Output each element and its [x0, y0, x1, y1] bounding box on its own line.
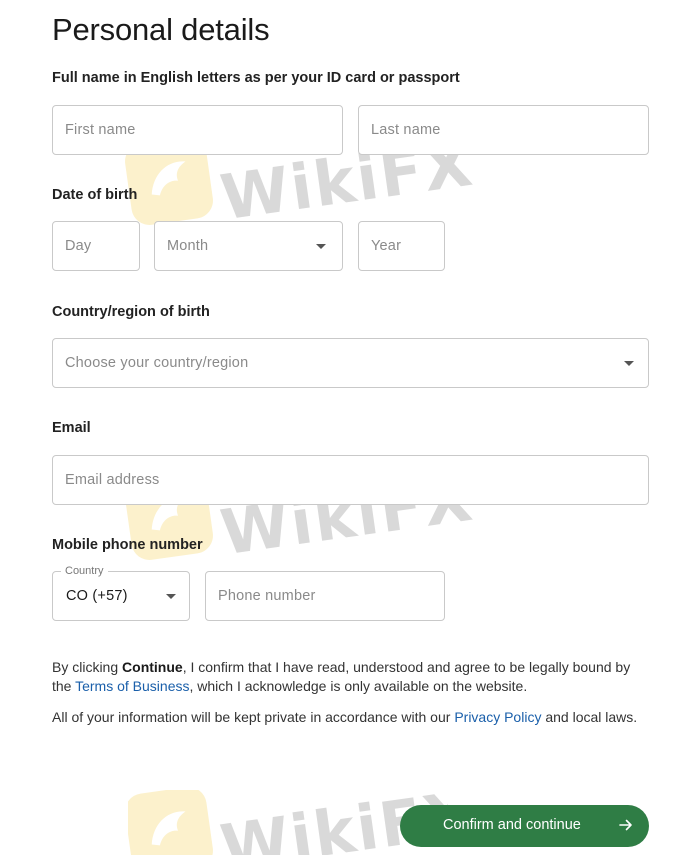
- privacy-prefix: All of your information will be kept pri…: [52, 709, 455, 725]
- country-of-birth-label: Country/region of birth: [52, 304, 210, 320]
- email-label: Email: [52, 420, 91, 436]
- mobile-phone-label: Mobile phone number: [52, 537, 203, 553]
- consent-text: By clicking Continue, I confirm that I h…: [52, 658, 652, 696]
- watermark-logo-icon: [128, 790, 216, 855]
- phone-number-field[interactable]: Phone number: [205, 571, 445, 621]
- confirm-and-continue-button[interactable]: Confirm and continue: [400, 805, 649, 847]
- first-name-placeholder: First name: [65, 122, 136, 138]
- full-name-label: Full name in English letters as per your…: [52, 70, 460, 86]
- phone-country-value: CO (+57): [66, 588, 128, 604]
- month-select[interactable]: Month: [154, 221, 343, 271]
- email-field[interactable]: Email address: [52, 455, 649, 505]
- chevron-down-icon: [316, 244, 326, 249]
- phone-country-select[interactable]: Country CO (+57): [52, 565, 190, 621]
- day-field[interactable]: Day: [52, 221, 140, 271]
- chevron-down-icon: [624, 361, 634, 366]
- page-title: Personal details: [52, 12, 270, 47]
- country-of-birth-placeholder: Choose your country/region: [65, 355, 249, 371]
- privacy-text: All of your information will be kept pri…: [52, 708, 652, 727]
- first-name-field[interactable]: First name: [52, 105, 343, 155]
- consent-prefix: By clicking: [52, 659, 123, 675]
- consent-continue-word: Continue: [122, 659, 183, 675]
- privacy-suffix: and local laws.: [541, 709, 638, 725]
- confirm-button-label: Confirm and continue: [443, 817, 581, 833]
- last-name-placeholder: Last name: [371, 122, 441, 138]
- date-of-birth-label: Date of birth: [52, 187, 138, 203]
- country-of-birth-select[interactable]: Choose your country/region: [52, 338, 649, 388]
- day-placeholder: Day: [65, 238, 92, 254]
- chevron-down-icon: [166, 594, 176, 599]
- phone-country-label: Country: [61, 565, 108, 577]
- last-name-field[interactable]: Last name: [358, 105, 649, 155]
- month-placeholder: Month: [167, 238, 209, 254]
- consent-suffix: , which I acknowledge is only available …: [189, 678, 528, 694]
- year-placeholder: Year: [371, 238, 402, 254]
- terms-of-business-link[interactable]: Terms of Business: [75, 678, 189, 694]
- email-placeholder: Email address: [65, 472, 160, 488]
- privacy-policy-link[interactable]: Privacy Policy: [454, 709, 541, 725]
- phone-number-placeholder: Phone number: [218, 588, 316, 604]
- year-field[interactable]: Year: [358, 221, 445, 271]
- arrow-right-icon: [619, 819, 632, 831]
